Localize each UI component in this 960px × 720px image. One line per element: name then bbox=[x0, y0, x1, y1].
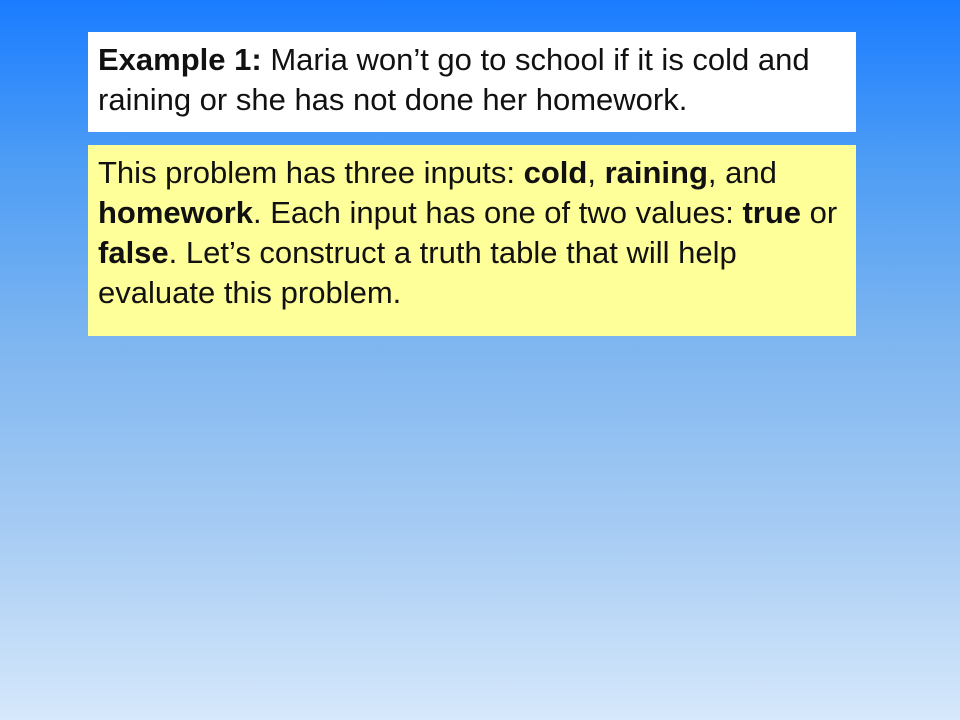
example-box: Example 1: Maria won’t go to school if i… bbox=[88, 32, 856, 132]
explanation-box: This problem has three inputs: cold, rai… bbox=[88, 145, 856, 336]
input-cold: cold bbox=[523, 155, 588, 190]
explanation-text: . Let’s construct a truth table that wil… bbox=[98, 235, 737, 310]
explanation-text: . Each input has one of two values: bbox=[253, 195, 743, 230]
input-homework: homework bbox=[98, 195, 254, 230]
value-true: true bbox=[742, 195, 802, 230]
example-label: Example 1: bbox=[98, 42, 262, 77]
explanation-text: , bbox=[587, 155, 605, 190]
explanation-text: , and bbox=[707, 155, 777, 190]
explanation-text: or bbox=[801, 195, 838, 230]
input-raining: raining bbox=[604, 155, 708, 190]
value-false: false bbox=[98, 235, 169, 270]
explanation-text: This problem has three inputs: bbox=[98, 155, 524, 190]
